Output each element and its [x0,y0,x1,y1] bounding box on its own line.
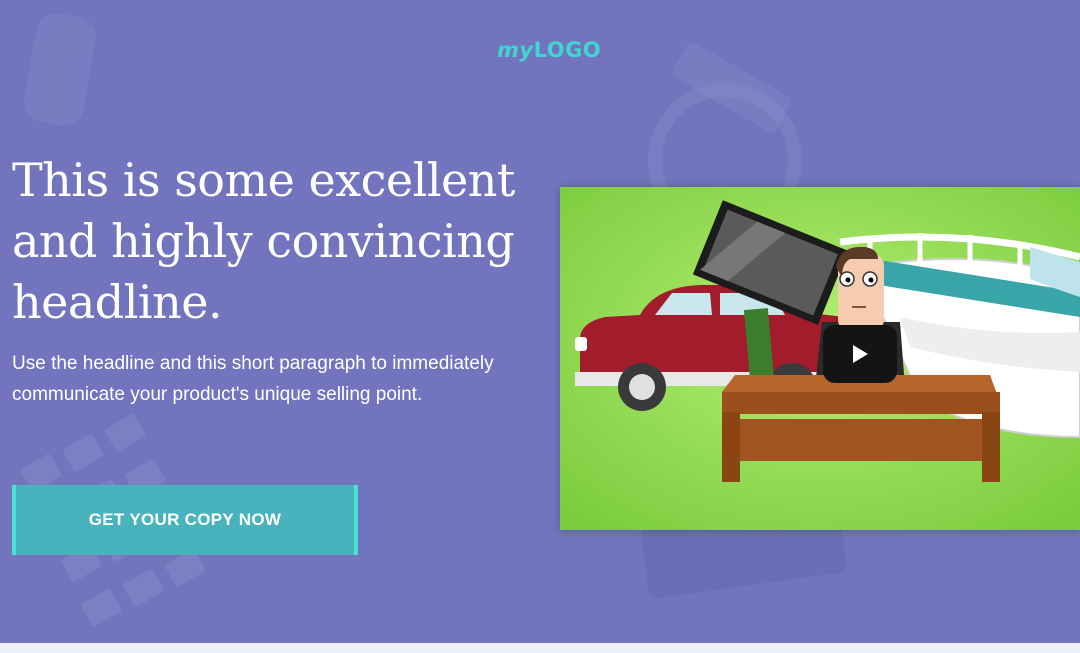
hero-paragraph: Use the headline and this short paragrap… [12,353,494,405]
next-section-edge [0,643,1080,653]
site-logo[interactable]: myLOGO [497,36,601,64]
get-copy-button[interactable]: GET YOUR COPY NOW [12,485,358,555]
play-icon [853,345,868,363]
hero-section: myLOGO This is some excellent and highly… [0,0,1080,643]
logo-prefix: my [497,38,534,62]
hero-headline: This is some excellent and highly convin… [12,153,515,329]
logo-suffix: LOGO [533,38,602,62]
video-thumbnail-illustration [560,187,1080,530]
video-play-button[interactable] [823,325,897,383]
video-player[interactable] [560,187,1080,530]
